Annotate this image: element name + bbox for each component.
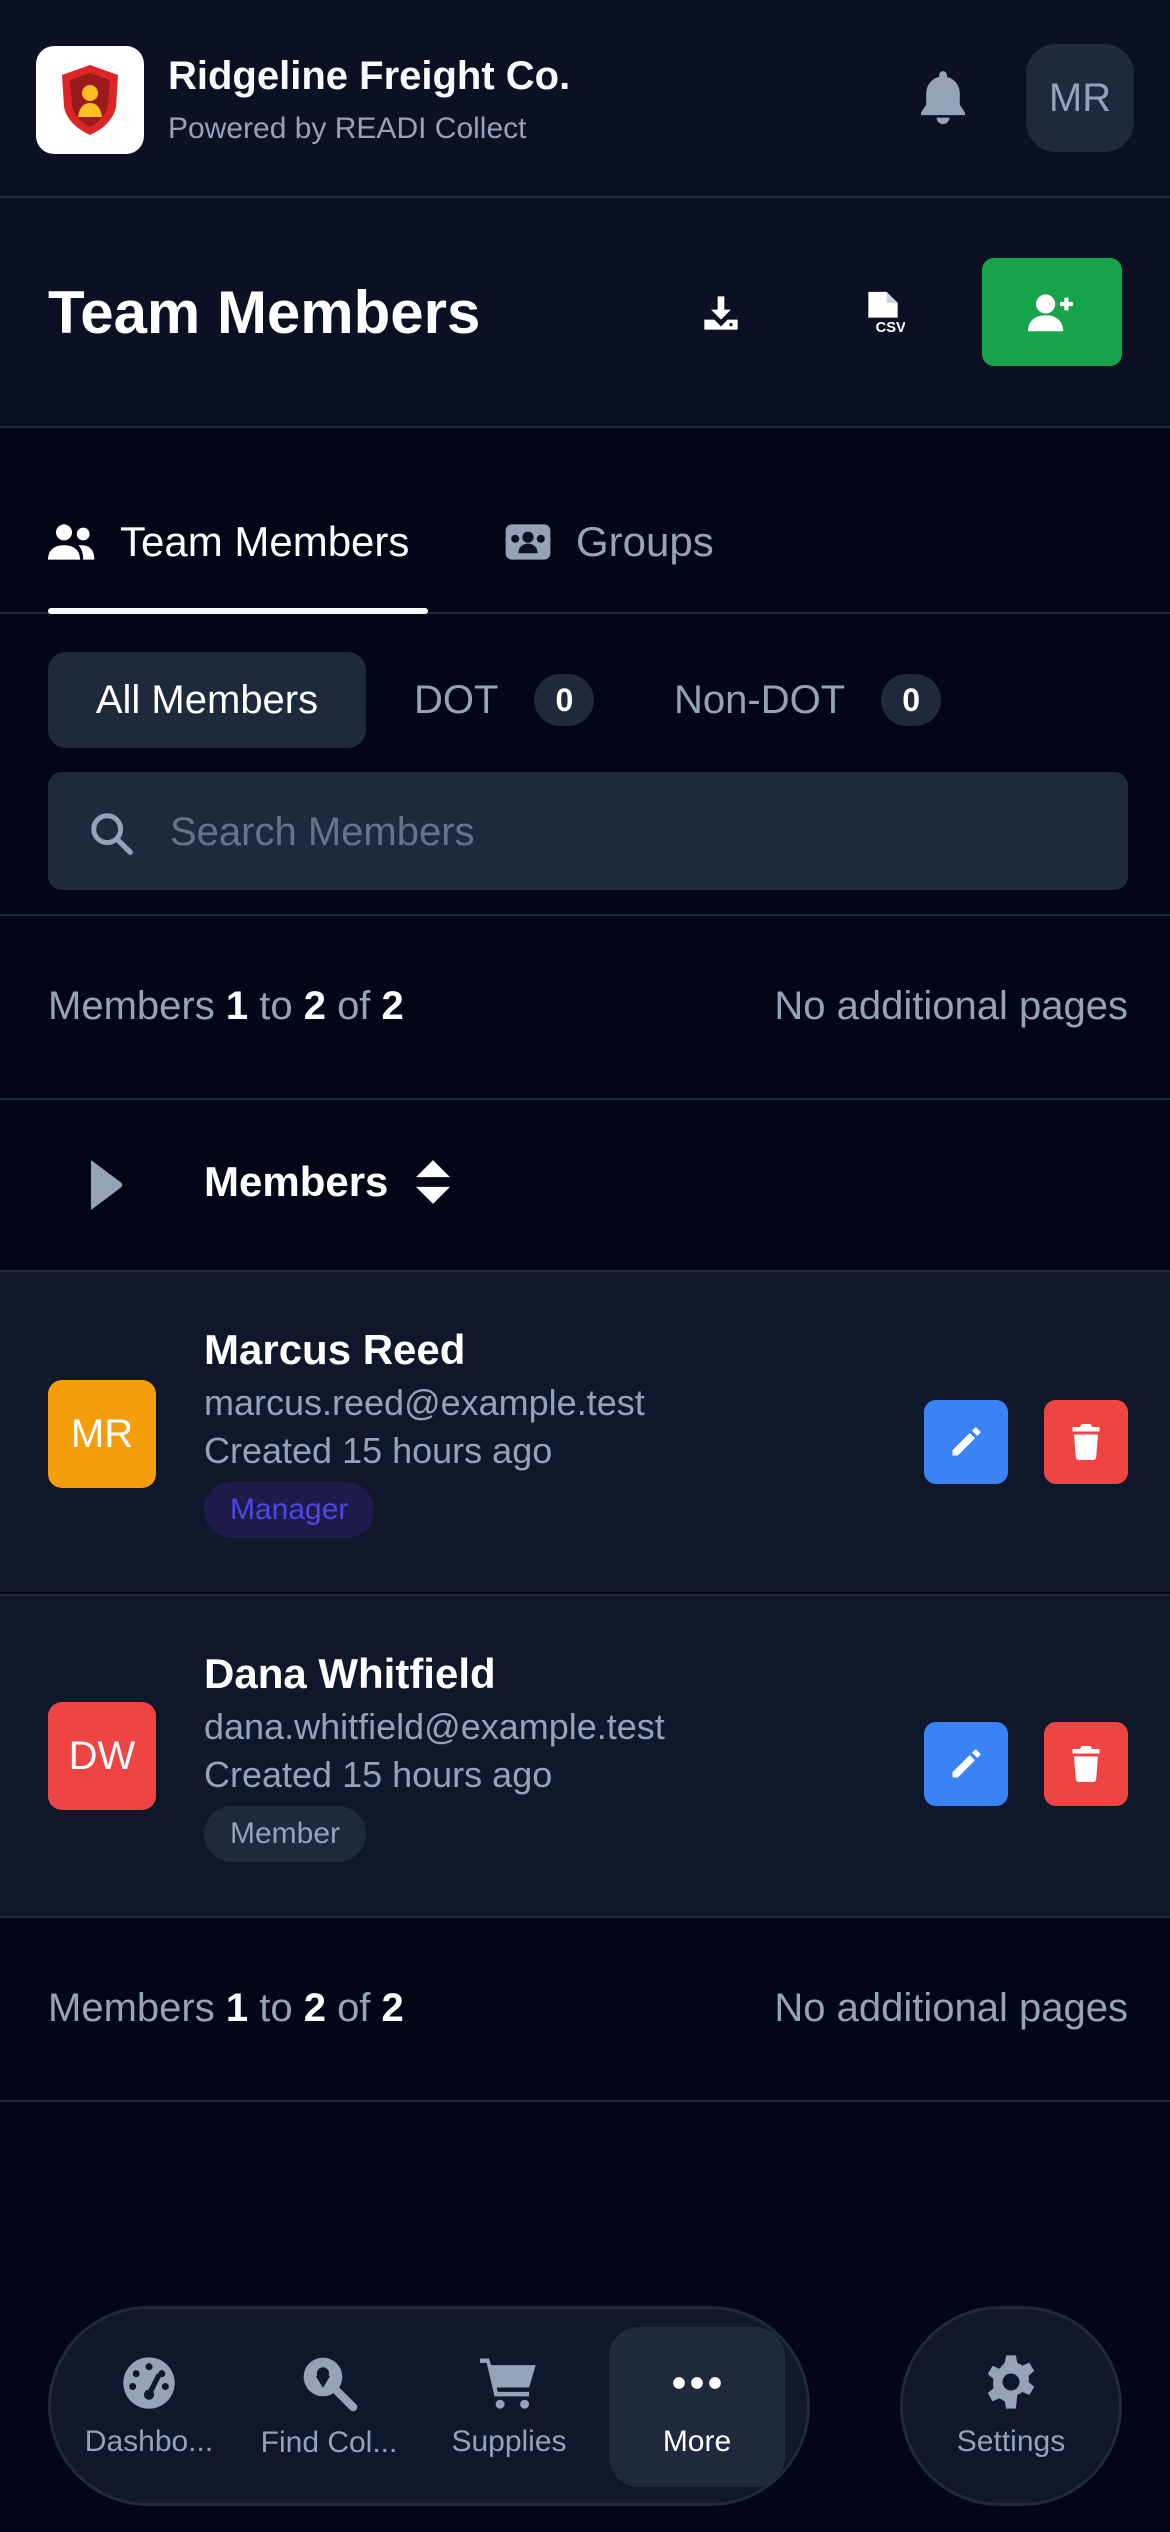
pagination-total: 2 <box>381 984 404 1028</box>
search-input[interactable] <box>170 794 1090 870</box>
groups-icon <box>505 524 551 560</box>
nav-settings-label: Settings <box>956 2425 1066 2458</box>
members-column-label: Members <box>204 1158 389 1205</box>
powered-by-text: Powered by READI Collect <box>168 112 527 145</box>
pagination-from: 1 <box>225 984 249 1028</box>
tab-groups-label: Groups <box>576 518 714 565</box>
search-icon <box>91 813 133 855</box>
caret-right-icon <box>91 1160 123 1210</box>
find-collector-icon <box>303 2357 358 2412</box>
tab-groups[interactable]: Groups <box>504 512 714 572</box>
csv-file-icon: CSV <box>868 291 905 336</box>
member-name: Dana Whitfield <box>204 1650 496 1697</box>
add-member-button[interactable] <box>982 258 1122 366</box>
svg-text:CSV: CSV <box>876 320 905 336</box>
export-csv-button[interactable]: CSV <box>848 278 918 348</box>
download-button[interactable] <box>686 278 756 348</box>
member-email: dana.whitfield@example.test <box>204 1706 665 1747</box>
nav-find-collector-label: Find Col... <box>260 2426 398 2459</box>
filter-dot-count: 0 <box>534 674 595 726</box>
members-column-header[interactable]: Members <box>204 1158 451 1206</box>
page-title-bar: Team Members CSV <box>0 198 1170 428</box>
filter-all-label: All Members <box>95 677 319 722</box>
tab-team-members-label: Team Members <box>120 518 410 565</box>
company-logo[interactable] <box>36 46 144 154</box>
dashboard-gauge-icon <box>123 2357 175 2409</box>
app-header: Ridgeline Freight Co. Powered by READI C… <box>0 0 1170 198</box>
role-badge: Member <box>204 1806 367 1862</box>
pencil-icon <box>952 1749 981 1778</box>
tab-team-members[interactable]: Team Members <box>48 512 409 572</box>
pagination-to: 2 <box>303 1986 326 2030</box>
tab-bar: Team Members Groups <box>0 428 1170 614</box>
user-avatar[interactable]: MR <box>1026 44 1134 152</box>
notifications-bell-icon[interactable] <box>912 66 974 128</box>
member-created: Created 15 hours ago <box>204 1754 553 1795</box>
edit-member-button[interactable] <box>924 1400 1008 1484</box>
divider <box>0 1916 1170 1918</box>
pagination-of-word: of <box>337 1986 371 2030</box>
pagination-note-bottom: No additional pages <box>774 1986 1128 2030</box>
pagination-prefix: Members <box>48 984 215 1028</box>
filter-all-members[interactable]: All Members <box>48 652 366 748</box>
edit-member-button[interactable] <box>924 1722 1008 1806</box>
bottom-nav: Dashbo... Find Col... Supplies More <box>48 2306 810 2506</box>
member-email: marcus.reed@example.test <box>204 1382 645 1423</box>
pagination-info-top: Members 1 to 2 of 2 <box>48 984 404 1029</box>
pencil-icon <box>952 1427 981 1456</box>
pagination-prefix: Members <box>48 1986 215 2030</box>
nav-supplies[interactable]: Supplies <box>421 2327 597 2487</box>
filter-nondot-label: Non-DOT <box>674 677 846 722</box>
search-box <box>48 772 1128 890</box>
gear-icon <box>987 2355 1035 2409</box>
pagination-to-word: to <box>259 1986 293 2030</box>
nav-more-label: More <box>662 2425 732 2458</box>
download-icon <box>704 296 738 330</box>
sort-icon <box>416 1160 451 1204</box>
pagination-to: 2 <box>303 984 326 1028</box>
expand-all-toggle[interactable] <box>86 1160 126 1210</box>
member-avatar: MR <box>48 1380 156 1488</box>
filter-nondot-count: 0 <box>881 674 942 726</box>
nav-dashboard[interactable]: Dashbo... <box>61 2327 237 2487</box>
filter-dot-label: DOT <box>414 677 499 722</box>
cart-icon <box>480 2358 536 2409</box>
delete-member-button[interactable] <box>1044 1722 1128 1806</box>
shield-logo-icon <box>62 65 118 135</box>
page-title: Team Members <box>48 279 481 346</box>
active-tab-indicator <box>48 608 428 614</box>
member-avatar: DW <box>48 1702 156 1810</box>
nav-dashboard-label: Dashbo... <box>84 2425 214 2458</box>
pagination-note-top: No additional pages <box>774 984 1128 1028</box>
filter-dot[interactable]: DOT 0 <box>414 652 595 748</box>
pagination-to-word: to <box>259 984 293 1028</box>
nav-more[interactable]: More <box>609 2327 785 2487</box>
divider <box>0 2100 1170 2102</box>
divider <box>0 914 1170 916</box>
table-header: Members <box>0 1100 1170 1270</box>
pagination-from: 1 <box>225 1986 249 2030</box>
pagination-of-word: of <box>337 984 371 1028</box>
trash-icon <box>1072 1424 1100 1460</box>
member-name: Marcus Reed <box>204 1326 466 1373</box>
filter-non-dot[interactable]: Non-DOT 0 <box>674 652 942 748</box>
member-created: Created 15 hours ago <box>204 1430 553 1471</box>
table-row: MR Marcus Reed marcus.reed@example.test … <box>0 1270 1170 1592</box>
delete-member-button[interactable] <box>1044 1400 1128 1484</box>
users-icon <box>48 524 95 560</box>
nav-find-collector[interactable]: Find Col... <box>241 2327 417 2487</box>
add-user-icon <box>1028 294 1073 332</box>
table-row: DW Dana Whitfield dana.whitfield@example… <box>0 1594 1170 1916</box>
trash-icon <box>1072 1746 1100 1782</box>
more-dots-icon <box>673 2377 721 2389</box>
company-name: Ridgeline Freight Co. <box>168 54 571 98</box>
pagination-total: 2 <box>381 1986 404 2030</box>
nav-supplies-label: Supplies <box>451 2425 567 2458</box>
role-badge: Manager <box>204 1482 375 1538</box>
nav-settings[interactable]: Settings <box>900 2306 1122 2506</box>
pagination-info-bottom: Members 1 to 2 of 2 <box>48 1986 404 2031</box>
